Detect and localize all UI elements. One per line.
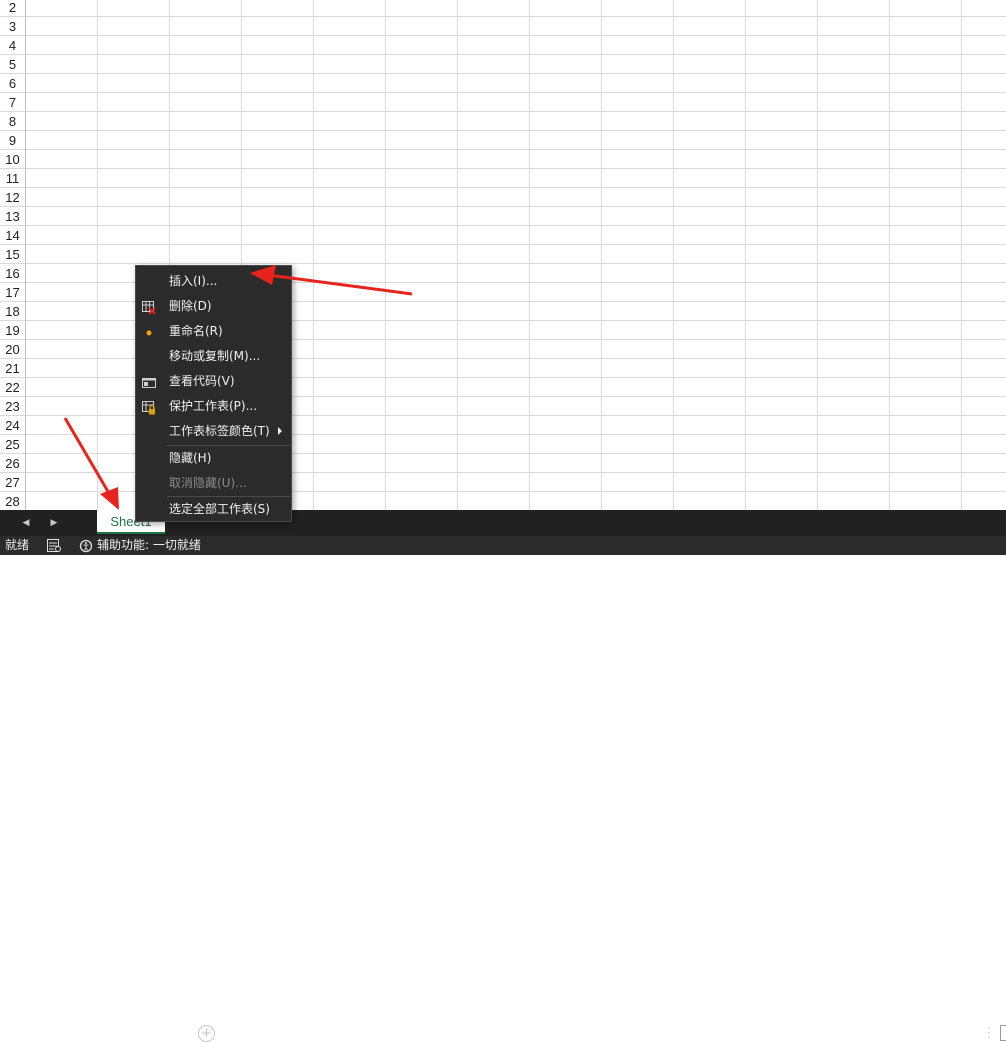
- row-header[interactable]: 18: [0, 302, 25, 321]
- column-gridline: [601, 0, 602, 510]
- menu-item-label: 移动或复制(M)...: [169, 349, 261, 363]
- row-gridline: [26, 111, 1006, 112]
- row-gridline: [26, 168, 1006, 169]
- sheet-tab-context-menu: 插入(I)... 删除(D) 重命名(R) 移动或复制(M)... 查看代码(V…: [135, 265, 292, 522]
- row-header[interactable]: 20: [0, 340, 25, 359]
- row-gridline: [26, 225, 1006, 226]
- row-header[interactable]: 27: [0, 473, 25, 492]
- column-gridline: [745, 0, 746, 510]
- row-header[interactable]: 8: [0, 112, 25, 131]
- column-gridline: [529, 0, 530, 510]
- menu-item-label: 选定全部工作表(S): [169, 502, 270, 516]
- column-gridline: [97, 0, 98, 510]
- row-header[interactable]: 21: [0, 359, 25, 378]
- row-gridline: [26, 130, 1006, 131]
- protect-sheet-icon: [142, 399, 156, 415]
- chevron-right-icon[interactable]: ▶: [46, 515, 62, 531]
- row-gridline: [26, 244, 1006, 245]
- status-ready-text: 就绪: [5, 538, 30, 552]
- row-header[interactable]: 10: [0, 150, 25, 169]
- column-gridline: [457, 0, 458, 510]
- row-header[interactable]: 4: [0, 36, 25, 55]
- row-header[interactable]: 7: [0, 93, 25, 112]
- menu-item-protect-sheet[interactable]: 保护工作表(P)...: [136, 394, 291, 418]
- row-gridline: [26, 54, 1006, 55]
- horizontal-scrollbar[interactable]: [1000, 1025, 1006, 1041]
- row-header[interactable]: 3: [0, 17, 25, 36]
- menu-item-tab-color[interactable]: 工作表标签颜色(T): [136, 419, 291, 443]
- column-gridline: [385, 0, 386, 510]
- row-header[interactable]: 23: [0, 397, 25, 416]
- row-header[interactable]: 25: [0, 435, 25, 454]
- row-header[interactable]: 5: [0, 55, 25, 74]
- row-gridline: [26, 16, 1006, 17]
- row-header[interactable]: 26: [0, 454, 25, 473]
- row-gridline: [26, 149, 1006, 150]
- menu-item-hide[interactable]: 隐藏(H): [136, 446, 291, 470]
- macro-record-icon[interactable]: [47, 539, 61, 552]
- column-gridline: [673, 0, 674, 510]
- row-gridline: [26, 92, 1006, 93]
- column-gridline: [313, 0, 314, 510]
- row-gridline: [26, 35, 1006, 36]
- row-gridline: [26, 187, 1006, 188]
- column-gridline: [889, 0, 890, 510]
- row-header[interactable]: 6: [0, 74, 25, 93]
- row-header[interactable]: 24: [0, 416, 25, 435]
- menu-item-delete[interactable]: 删除(D): [136, 294, 291, 318]
- row-header[interactable]: 28: [0, 492, 25, 510]
- menu-item-unhide: 取消隐藏(U)...: [136, 471, 291, 495]
- row-header[interactable]: 11: [0, 169, 25, 188]
- menu-item-select-all-sheets[interactable]: 选定全部工作表(S): [136, 497, 291, 521]
- delete-sheet-icon: [142, 299, 156, 315]
- menu-item-label: 查看代码(V): [169, 374, 235, 388]
- row-header[interactable]: 15: [0, 245, 25, 264]
- menu-item-move-or-copy[interactable]: 移动或复制(M)...: [136, 344, 291, 368]
- submenu-arrow-icon: [278, 427, 282, 435]
- row-header[interactable]: 2: [0, 0, 25, 17]
- menu-item-label: 删除(D): [169, 299, 212, 313]
- status-bar: 就绪 辅助功能: 一切就绪: [0, 536, 1006, 555]
- row-header[interactable]: 14: [0, 226, 25, 245]
- row-header[interactable]: 17: [0, 283, 25, 302]
- menu-item-label: 重命名(R): [169, 324, 223, 338]
- row-gridline: [26, 206, 1006, 207]
- menu-item-label: 取消隐藏(U)...: [169, 476, 247, 490]
- column-gridline: [817, 0, 818, 510]
- rename-dot-icon: [142, 324, 156, 338]
- row-header[interactable]: 13: [0, 207, 25, 226]
- menu-item-label: 隐藏(H): [169, 451, 212, 465]
- accessibility-status-text[interactable]: 辅助功能: 一切就绪: [97, 536, 201, 555]
- row-header[interactable]: 16: [0, 264, 25, 283]
- menu-item-label: 插入(I)...: [169, 274, 218, 288]
- row-header[interactable]: 9: [0, 131, 25, 150]
- more-vertical-icon[interactable]: ⋮: [982, 1024, 996, 1042]
- menu-item-insert[interactable]: 插入(I)...: [136, 269, 291, 293]
- menu-item-rename[interactable]: 重命名(R): [136, 319, 291, 343]
- row-gridline: [26, 73, 1006, 74]
- row-header[interactable]: 22: [0, 378, 25, 397]
- menu-item-label: 保护工作表(P)...: [169, 399, 258, 413]
- menu-item-label: 工作表标签颜色(T): [169, 424, 270, 438]
- menu-item-view-code[interactable]: 查看代码(V): [136, 369, 291, 393]
- column-gridline: [961, 0, 962, 510]
- chevron-left-icon[interactable]: ◀: [18, 515, 34, 531]
- row-header[interactable]: 12: [0, 188, 25, 207]
- plus-circle-icon[interactable]: +: [198, 1025, 215, 1042]
- row-header-column: 2 3 4 5 6 7 8 9 10 11 12 13 14 15 16 17 18 19 20 21 22 23 24 25…: [0, 0, 26, 510]
- accessibility-check-icon[interactable]: [79, 539, 93, 553]
- row-header[interactable]: 19: [0, 321, 25, 340]
- view-code-icon: [142, 374, 156, 388]
- row-gridline: [26, 263, 1006, 264]
